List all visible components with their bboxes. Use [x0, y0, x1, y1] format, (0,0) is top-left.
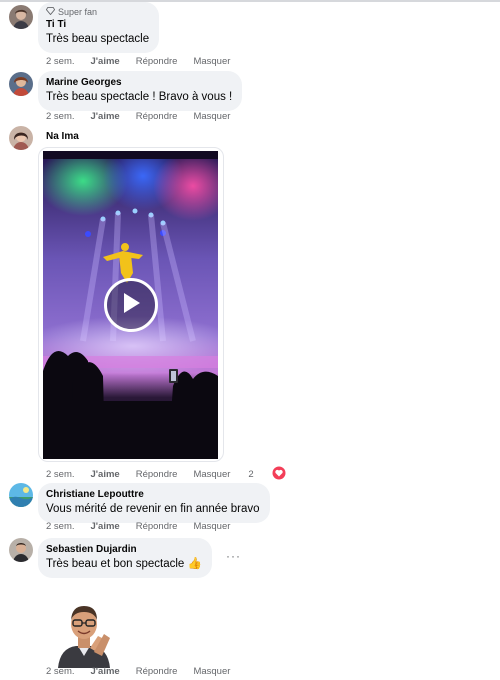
- reply-button[interactable]: Répondre: [136, 666, 178, 677]
- hide-button[interactable]: Masquer: [193, 469, 230, 480]
- comment-actions: 2 sem. J'aime Répondre Masquer: [46, 521, 246, 532]
- comment-bubble: Sebastien Dujardin Très beau et bon spec…: [38, 538, 212, 578]
- timestamp[interactable]: 2 sem.: [46, 521, 75, 532]
- comment-bubble: Christiane Lepouttre Vous mérité de reve…: [38, 483, 270, 523]
- author-name[interactable]: Marine Georges: [46, 76, 232, 89]
- reaction-summary[interactable]: 2: [248, 466, 301, 483]
- hide-button[interactable]: Masquer: [193, 111, 230, 122]
- timestamp[interactable]: 2 sem.: [46, 666, 75, 677]
- reply-button[interactable]: Répondre: [136, 521, 178, 532]
- comment-bubble: Marine Georges Très beau spectacle ! Bra…: [38, 71, 243, 111]
- avatar[interactable]: [9, 483, 33, 507]
- like-button[interactable]: J'aime: [91, 56, 120, 67]
- comment-text: Très beau et bon spectacle 👍: [46, 558, 202, 570]
- comment-text: Vous mérité de revenir en fin année brav…: [46, 503, 260, 515]
- reply-button[interactable]: Répondre: [136, 56, 178, 67]
- author-name[interactable]: Ti Ti: [46, 18, 149, 31]
- avatar[interactable]: [9, 72, 33, 96]
- heart-icon: [272, 466, 286, 483]
- avatar[interactable]: [9, 126, 33, 150]
- like-button[interactable]: J'aime: [91, 469, 120, 480]
- comment-actions: 2 sem. J'aime Répondre Masquer 2: [46, 466, 318, 483]
- timestamp[interactable]: 2 sem.: [46, 469, 75, 480]
- author-name[interactable]: Sebastien Dujardin: [46, 543, 202, 556]
- super-fan-badge: Super fan: [45, 7, 149, 18]
- diamond-icon: [45, 7, 56, 18]
- reply-button[interactable]: Répondre: [136, 469, 178, 480]
- timestamp[interactable]: 2 sem.: [46, 56, 75, 67]
- avatar[interactable]: [9, 5, 33, 29]
- like-button[interactable]: J'aime: [91, 666, 120, 677]
- comment-actions: 2 sem. J'aime Répondre Masquer: [46, 666, 246, 677]
- timestamp[interactable]: 2 sem.: [46, 111, 75, 122]
- sticker-image: [54, 600, 114, 668]
- reaction-count: 2: [248, 469, 254, 480]
- play-icon: [120, 291, 142, 320]
- play-button[interactable]: [104, 278, 158, 332]
- like-button[interactable]: J'aime: [91, 111, 120, 122]
- comment-text: Très beau spectacle: [46, 33, 150, 45]
- like-button[interactable]: J'aime: [91, 521, 120, 532]
- comment-bubble: Super fan Ti Ti Très beau spectacle: [38, 2, 160, 53]
- hide-button[interactable]: Masquer: [193, 666, 230, 677]
- avatar[interactable]: [9, 538, 33, 562]
- author-name[interactable]: Christiane Lepouttre: [46, 488, 260, 501]
- comment-actions: 2 sem. J'aime Répondre Masquer: [46, 56, 246, 67]
- hide-button[interactable]: Masquer: [193, 521, 230, 532]
- comment-text: Très beau spectacle ! Bravo à vous !: [46, 91, 233, 103]
- more-options-button[interactable]: ···: [226, 549, 241, 563]
- author-name[interactable]: Na Ima: [46, 131, 79, 142]
- comment-actions: 2 sem. J'aime Répondre Masquer: [46, 111, 246, 122]
- hide-button[interactable]: Masquer: [193, 56, 230, 67]
- reply-button[interactable]: Répondre: [136, 111, 178, 122]
